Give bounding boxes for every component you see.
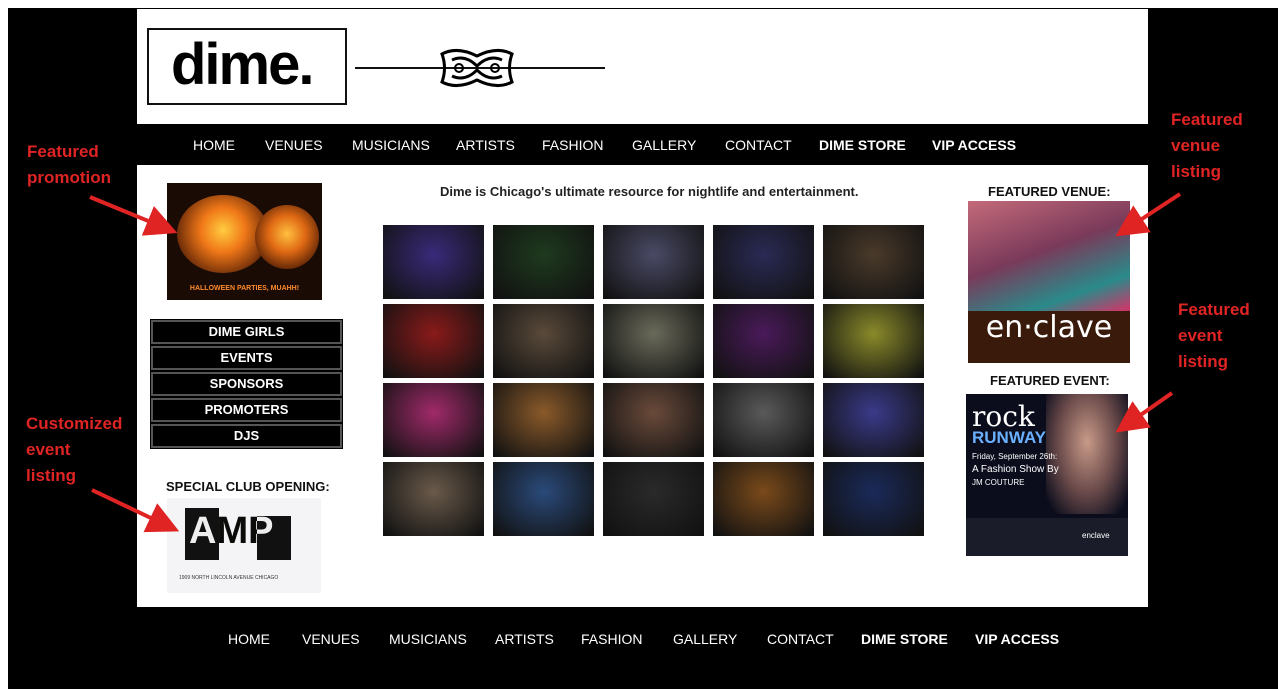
- menu-sponsors[interactable]: SPONSORS: [150, 371, 343, 397]
- gallery-photo[interactable]: [823, 225, 924, 299]
- gallery-photo[interactable]: [493, 462, 594, 536]
- amp-address: 1909 NORTH LINCOLN AVENUE CHICAGO: [179, 575, 279, 581]
- annotation-line: listing: [26, 466, 77, 485]
- footer-nav-fashion[interactable]: FASHION: [581, 631, 642, 647]
- logo[interactable]: dime.: [147, 28, 347, 105]
- gallery-photo[interactable]: [493, 225, 594, 299]
- gallery-photo[interactable]: [713, 462, 814, 536]
- photo-gallery: [383, 225, 928, 536]
- site-tagline: Dime is Chicago's ultimate resource for …: [440, 184, 859, 199]
- footer-nav-dime-store[interactable]: DIME STORE: [861, 631, 948, 647]
- gallery-photo[interactable]: [603, 225, 704, 299]
- gallery-photo[interactable]: [823, 383, 924, 457]
- main-content: HALLOWEEN PARTIES, MUAHH! DIME GIRLS EVE…: [137, 165, 1148, 607]
- gallery-photo[interactable]: [823, 304, 924, 378]
- side-menu: DIME GIRLS EVENTS SPONSORS PROMOTERS DJS: [150, 319, 344, 450]
- annotation-line: venue: [1171, 136, 1221, 155]
- footer-nav: HOME VENUES MUSICIANS ARTISTS FASHION GA…: [137, 618, 1148, 658]
- nav-musicians[interactable]: MUSICIANS: [352, 137, 430, 153]
- footer-nav-home[interactable]: HOME: [228, 631, 270, 647]
- event-subheadline: RUNWAY: [972, 428, 1046, 447]
- gallery-photo[interactable]: [603, 383, 704, 457]
- menu-djs[interactable]: DJS: [150, 423, 343, 449]
- gallery-photo[interactable]: [383, 462, 484, 536]
- menu-dime-girls[interactable]: DIME GIRLS: [150, 319, 343, 345]
- annotation-customized-event: Customized event listing: [26, 411, 122, 489]
- annotation-line: event: [26, 440, 71, 459]
- gallery-photo[interactable]: [713, 304, 814, 378]
- annotation-line: Customized: [26, 414, 123, 433]
- venue-name: en·clave: [985, 310, 1113, 345]
- event-venue-logo: enclave: [1082, 531, 1110, 540]
- nav-dime-store[interactable]: DIME STORE: [819, 137, 906, 153]
- annotation-line: promotion: [27, 168, 112, 187]
- main-nav: HOME VENUES MUSICIANS ARTISTS FASHION GA…: [137, 124, 1148, 165]
- pumpkin-icon: [255, 205, 319, 269]
- gallery-photo[interactable]: [493, 304, 594, 378]
- nav-home[interactable]: HOME: [193, 137, 235, 153]
- nav-gallery[interactable]: GALLERY: [632, 137, 696, 153]
- event-model-photo: [1046, 394, 1128, 514]
- featured-event-title: FEATURED EVENT:: [990, 373, 1110, 388]
- featured-venue-image[interactable]: en·clave: [968, 201, 1130, 363]
- annotation-featured-event: Featured event listing: [1178, 297, 1250, 375]
- annotation-line: Featured: [27, 142, 99, 161]
- nav-fashion[interactable]: FASHION: [542, 137, 603, 153]
- gallery-photo[interactable]: [383, 383, 484, 457]
- special-club-logo[interactable]: AMP 1909 NORTH LINCOLN AVENUE CHICAGO: [167, 498, 321, 593]
- site-header: dime.: [137, 9, 1148, 124]
- annotation-line: Featured: [1171, 110, 1243, 129]
- footer-nav-venues[interactable]: VENUES: [302, 631, 360, 647]
- footer-nav-musicians[interactable]: MUSICIANS: [389, 631, 467, 647]
- gallery-photo[interactable]: [823, 462, 924, 536]
- special-club-title: SPECIAL CLUB OPENING:: [166, 479, 330, 494]
- nav-contact[interactable]: CONTACT: [725, 137, 792, 153]
- gallery-photo[interactable]: [383, 304, 484, 378]
- event-designer: JM COUTURE: [972, 478, 1025, 487]
- footer-nav-artists[interactable]: ARTISTS: [495, 631, 554, 647]
- nav-vip-access[interactable]: VIP ACCESS: [932, 137, 1016, 153]
- gallery-photo[interactable]: [383, 225, 484, 299]
- nav-artists[interactable]: ARTISTS: [456, 137, 515, 153]
- annotation-line: Featured: [1178, 300, 1250, 319]
- nav-venues[interactable]: VENUES: [265, 137, 323, 153]
- gallery-photo[interactable]: [493, 383, 594, 457]
- gallery-photo[interactable]: [713, 225, 814, 299]
- annotation-line: listing: [1171, 162, 1222, 181]
- featured-event-image[interactable]: rock RUNWAY Friday, September 26th: A Fa…: [966, 394, 1128, 556]
- gallery-photo[interactable]: [603, 304, 704, 378]
- gallery-photo[interactable]: [713, 383, 814, 457]
- annotation-line: event: [1178, 326, 1223, 345]
- menu-events[interactable]: EVENTS: [150, 345, 343, 371]
- annotation-line: listing: [1178, 352, 1229, 371]
- footer-nav-gallery[interactable]: GALLERY: [673, 631, 737, 647]
- amp-logo-text: AMP: [189, 510, 274, 552]
- footer-nav-contact[interactable]: CONTACT: [767, 631, 834, 647]
- footer-nav-vip-access[interactable]: VIP ACCESS: [975, 631, 1059, 647]
- featured-promotion-banner[interactable]: HALLOWEEN PARTIES, MUAHH!: [167, 183, 322, 300]
- logo-text: dime.: [171, 32, 314, 97]
- annotation-featured-venue: Featured venue listing: [1171, 107, 1243, 185]
- event-date: Friday, September 26th:: [972, 452, 1058, 461]
- menu-promoters[interactable]: PROMOTERS: [150, 397, 343, 423]
- gallery-photo[interactable]: [603, 462, 704, 536]
- featured-venue-title: FEATURED VENUE:: [988, 184, 1111, 199]
- event-description: A Fashion Show By: [972, 464, 1059, 475]
- promo-caption: HALLOWEEN PARTIES, MUAHH!: [189, 285, 300, 292]
- ornament-icon: [440, 49, 514, 87]
- annotation-featured-promotion: Featured promotion: [27, 139, 111, 191]
